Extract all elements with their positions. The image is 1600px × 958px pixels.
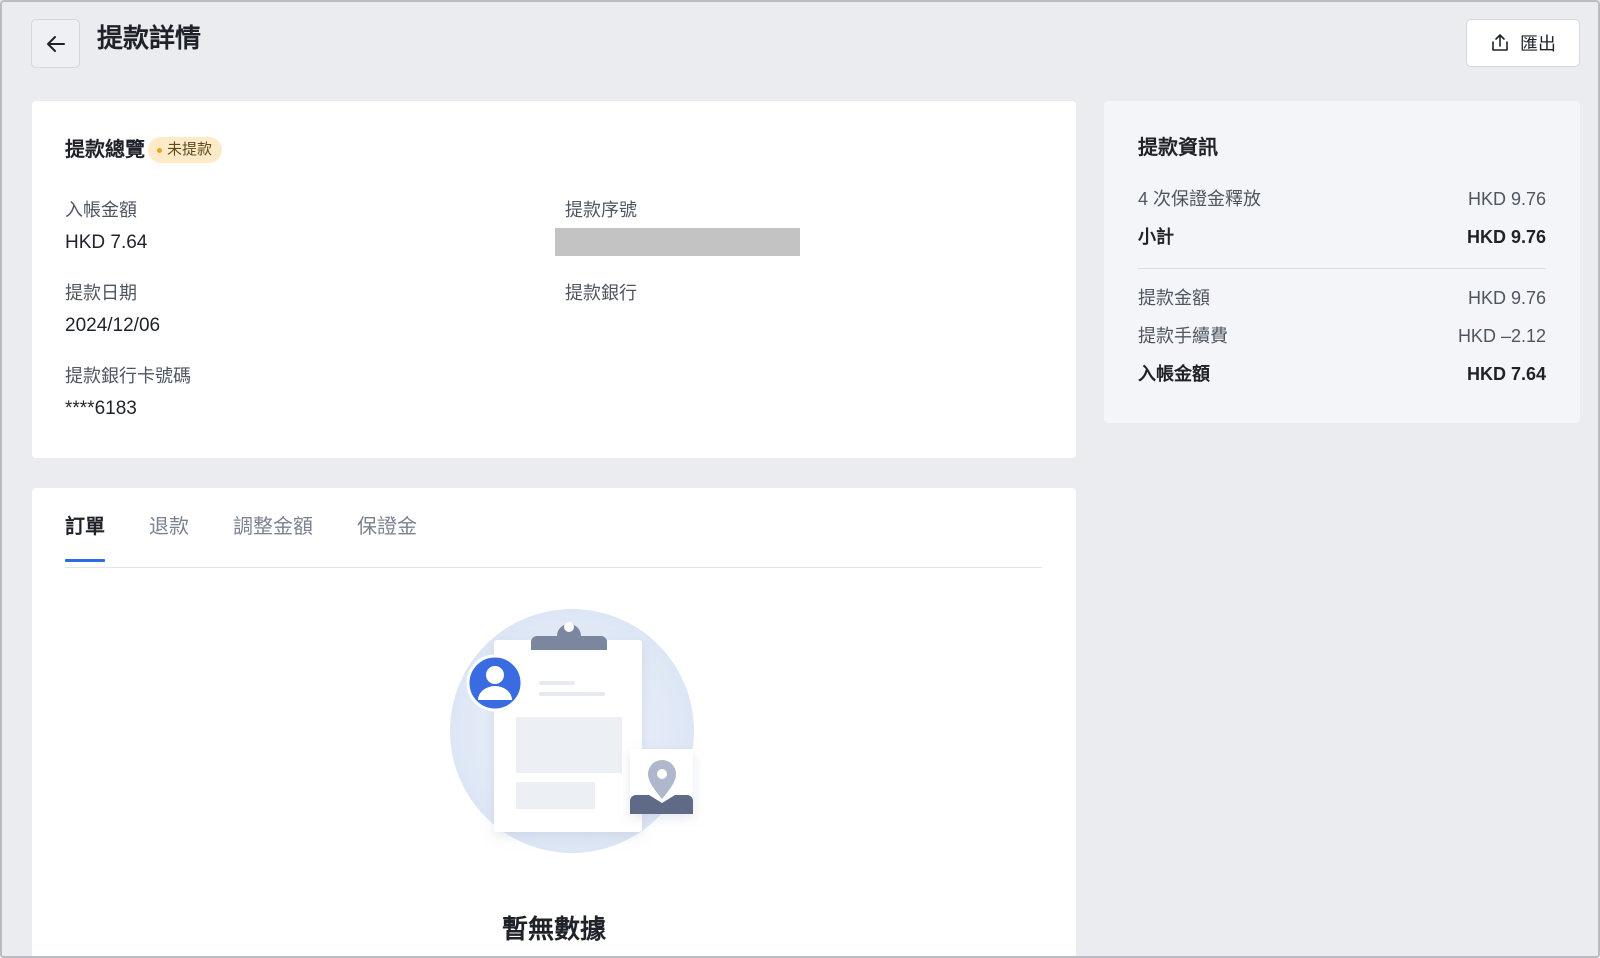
info-row-value: HKD 7.64	[1466, 364, 1546, 384]
field-label: 提款銀行卡號碼	[65, 366, 191, 386]
info-row-label: 4 次保證金釋放	[1138, 189, 1262, 209]
status-dot-icon	[157, 147, 162, 153]
field-value: ****6183	[65, 398, 137, 419]
info-row-value: HKD 9.76	[1467, 189, 1546, 209]
field-withdrawal-date: 提款日期 2024/12/06	[65, 281, 160, 338]
field-withdrawal-no: 提款序號	[555, 198, 800, 256]
records-tabs-card: 訂單 退款 調整金額 保證金 暫無數據	[32, 488, 1076, 956]
info-row-label: 入帳金額	[1138, 364, 1210, 384]
tab-adjustments[interactable]: 調整金額	[233, 512, 313, 561]
export-icon	[1492, 34, 1508, 51]
info-row-value: HKD 9.76	[1467, 288, 1546, 308]
info-row-withdrawal-fee: 提款手續費 HKD –2.12	[1138, 324, 1546, 348]
info-row-subtotal: 小計 HKD 9.76	[1138, 225, 1546, 249]
tab-refunds[interactable]: 退款	[149, 512, 189, 561]
info-row-label: 小計	[1138, 227, 1174, 247]
export-label: 匯出	[1520, 34, 1556, 54]
info-row-label: 提款手續費	[1138, 326, 1228, 346]
field-label: 提款銀行	[565, 283, 637, 303]
export-button[interactable]: 匯出	[1466, 19, 1580, 67]
info-row-value: HKD 9.76	[1466, 227, 1546, 247]
field-label: 入帳金額	[65, 200, 137, 220]
field-withdrawal-bank: 提款銀行	[565, 281, 637, 314]
info-row-withdrawal-amount: 提款金額 HKD 9.76	[1138, 286, 1546, 310]
field-label: 提款日期	[65, 283, 137, 303]
field-credited-amount: 入帳金額 HKD 7.64	[65, 198, 147, 255]
tab-deposits[interactable]: 保證金	[357, 512, 417, 561]
tabs-divider	[65, 567, 1042, 568]
redacted-value	[555, 228, 800, 256]
info-row-deposit-release: 4 次保證金釋放 HKD 9.76	[1138, 187, 1546, 211]
app-window: 提款詳情 匯出 提款總覽 未提款 入帳金額 HKD 7.64 提款序號 提款日期…	[0, 0, 1600, 958]
info-row-credited-amount: 入帳金額 HKD 7.64	[1138, 362, 1546, 386]
field-value: 2024/12/06	[65, 315, 161, 336]
overview-header: 提款總覽 未提款	[65, 137, 223, 163]
empty-state-text: 暫無數據	[501, 914, 606, 944]
field-bank-card-no: 提款銀行卡號碼 ****6183	[65, 364, 191, 421]
status-badge-label: 未提款	[167, 141, 213, 158]
withdrawal-overview-card: 提款總覽 未提款 入帳金額 HKD 7.64 提款序號 提款日期 2024/12…	[32, 101, 1076, 458]
page-title: 提款詳情	[97, 23, 202, 53]
clipboard-empty-illustration	[450, 609, 694, 853]
tab-orders[interactable]: 訂單	[65, 512, 105, 562]
arrow-left-icon	[46, 35, 65, 52]
tab-bar: 訂單 退款 調整金額 保證金	[65, 512, 461, 562]
field-label: 提款序號	[565, 200, 637, 220]
info-title: 提款資訊	[1138, 137, 1218, 159]
info-divider	[1138, 268, 1546, 269]
overview-title: 提款總覽	[65, 139, 145, 161]
back-button[interactable]	[31, 19, 80, 68]
status-badge: 未提款	[148, 137, 223, 163]
field-value: HKD 7.64	[65, 232, 148, 253]
info-row-label: 提款金額	[1138, 288, 1210, 308]
info-row-value: HKD –2.12	[1457, 326, 1546, 346]
withdrawal-info-card: 提款資訊 4 次保證金釋放 HKD 9.76 小計 HKD 9.76 提款金額 …	[1104, 101, 1580, 423]
